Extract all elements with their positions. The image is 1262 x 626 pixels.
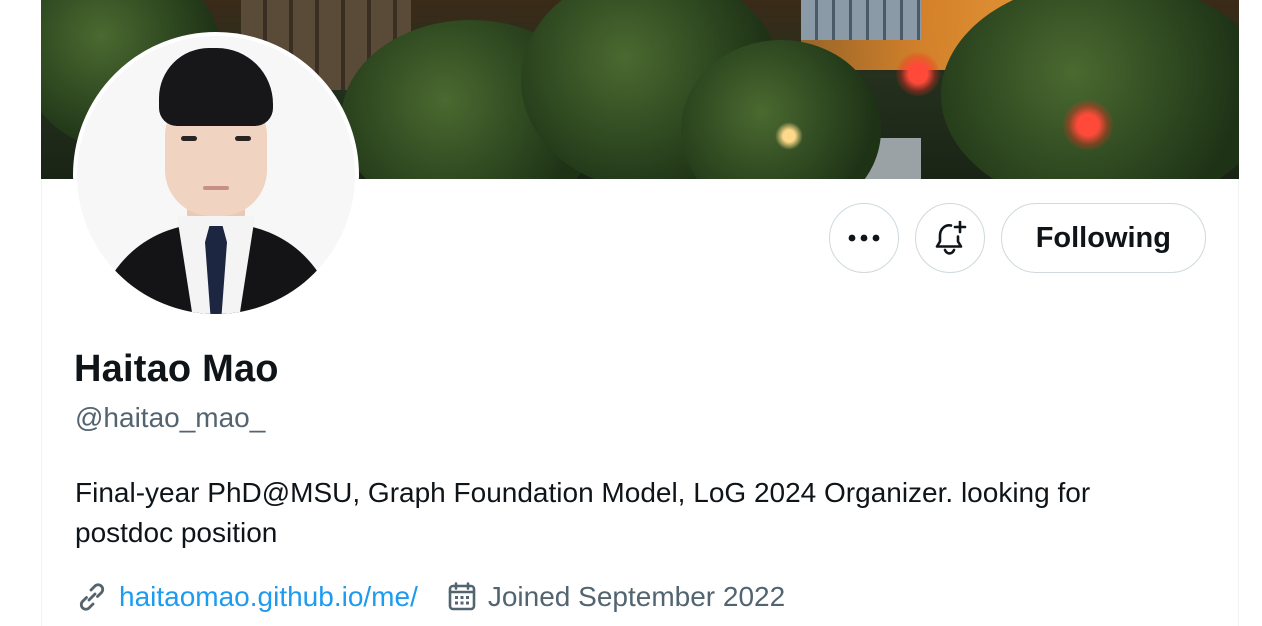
banner-street-lamp bbox=[775, 122, 803, 150]
calendar-icon bbox=[448, 582, 476, 611]
avatar-eye bbox=[181, 136, 197, 141]
bell-plus-icon bbox=[935, 220, 966, 255]
avatar-eye bbox=[235, 136, 251, 141]
banner-traffic-light bbox=[896, 52, 940, 96]
notifications-button[interactable] bbox=[914, 203, 985, 273]
profile-name: Haitao Mao bbox=[74, 348, 279, 390]
website-link[interactable]: haitaomao.github.io/me/ bbox=[119, 581, 418, 613]
more-button[interactable] bbox=[828, 203, 899, 273]
profile-actions: Following bbox=[828, 203, 1206, 273]
profile-meta: haitaomao.github.io/me/ Joined September… bbox=[75, 578, 785, 616]
link-icon bbox=[79, 583, 105, 611]
avatar-mouth bbox=[203, 186, 229, 190]
more-horizontal-icon bbox=[848, 234, 880, 242]
following-button[interactable]: Following bbox=[1000, 203, 1206, 273]
banner-tree bbox=[941, 0, 1239, 179]
joined-date: Joined September 2022 bbox=[487, 581, 786, 612]
profile-handle: @haitao_mao_ bbox=[75, 402, 266, 433]
joined-item: Joined September 2022 bbox=[446, 581, 785, 613]
profile-bio: Final-year PhD@MSU, Graph Foundation Mod… bbox=[75, 477, 1091, 548]
banner-building bbox=[801, 0, 921, 40]
profile-avatar[interactable] bbox=[73, 32, 359, 318]
website-item: haitaomao.github.io/me/ bbox=[75, 580, 418, 614]
banner-traffic-light bbox=[1063, 100, 1113, 150]
